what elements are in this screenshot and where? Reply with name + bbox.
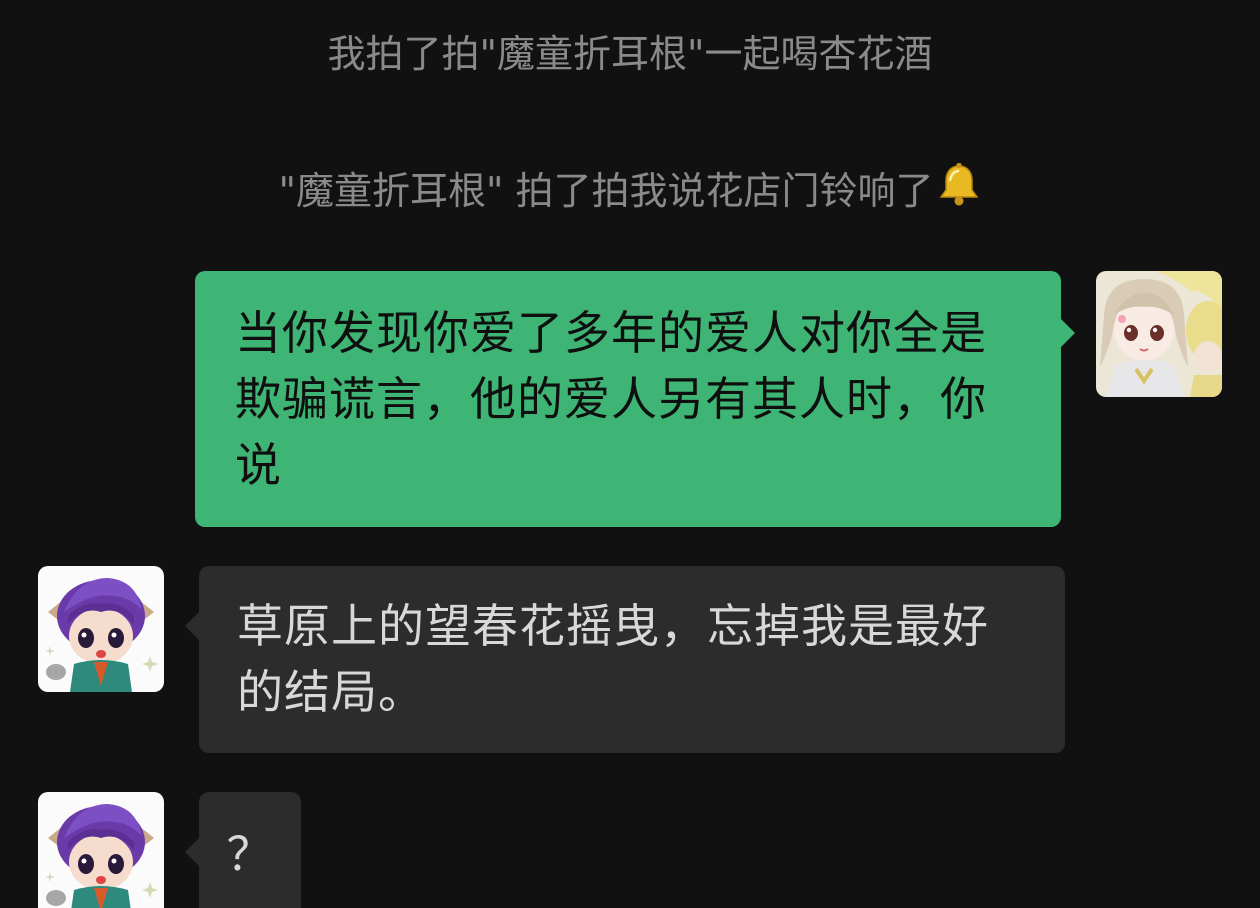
message-bubble-outgoing[interactable]: 当你发现你爱了多年的爱人对你全是欺骗谎言，他的爱人另有其人时，你说 [195,271,1075,527]
nezha-avatar [38,792,164,908]
avatar-self[interactable] [1096,271,1222,397]
system-message-pat: 我拍了拍"魔童折耳根"一起喝杏花酒 [0,30,1260,78]
message-bubble-incoming[interactable]: ？ [185,792,301,908]
bubble-tail [185,612,199,640]
doll-avatar [1096,271,1222,397]
system-message-pat-reply: "魔童折耳根" 拍了拍我说花店门铃响了 [0,162,1260,219]
system-message-text: 我拍了拍"魔童折耳根"一起喝杏花酒 [327,32,933,76]
message-text: 草原上的望春花摇曳，忘掉我是最好的结局。 [237,599,989,719]
bell-icon [936,162,982,219]
bubble-tail [1061,319,1075,347]
avatar-contact[interactable] [38,566,164,692]
message-bubble-incoming[interactable]: 草原上的望春花摇曳，忘掉我是最好的结局。 [185,566,1065,753]
system-message-text: "魔童折耳根" 拍了拍我说花店门铃响了 [278,169,934,213]
message-text: 当你发现你爱了多年的爱人对你全是欺骗谎言，他的爱人另有其人时，你说 [235,306,987,492]
avatar-contact[interactable] [38,792,164,908]
nezha-avatar [38,566,164,692]
chat-window: 我拍了拍"魔童折耳根"一起喝杏花酒 "魔童折耳根" 拍了拍我说花店门铃响了 当你… [0,0,1260,908]
bubble-tail [185,838,199,866]
message-text: ？ [226,827,274,881]
